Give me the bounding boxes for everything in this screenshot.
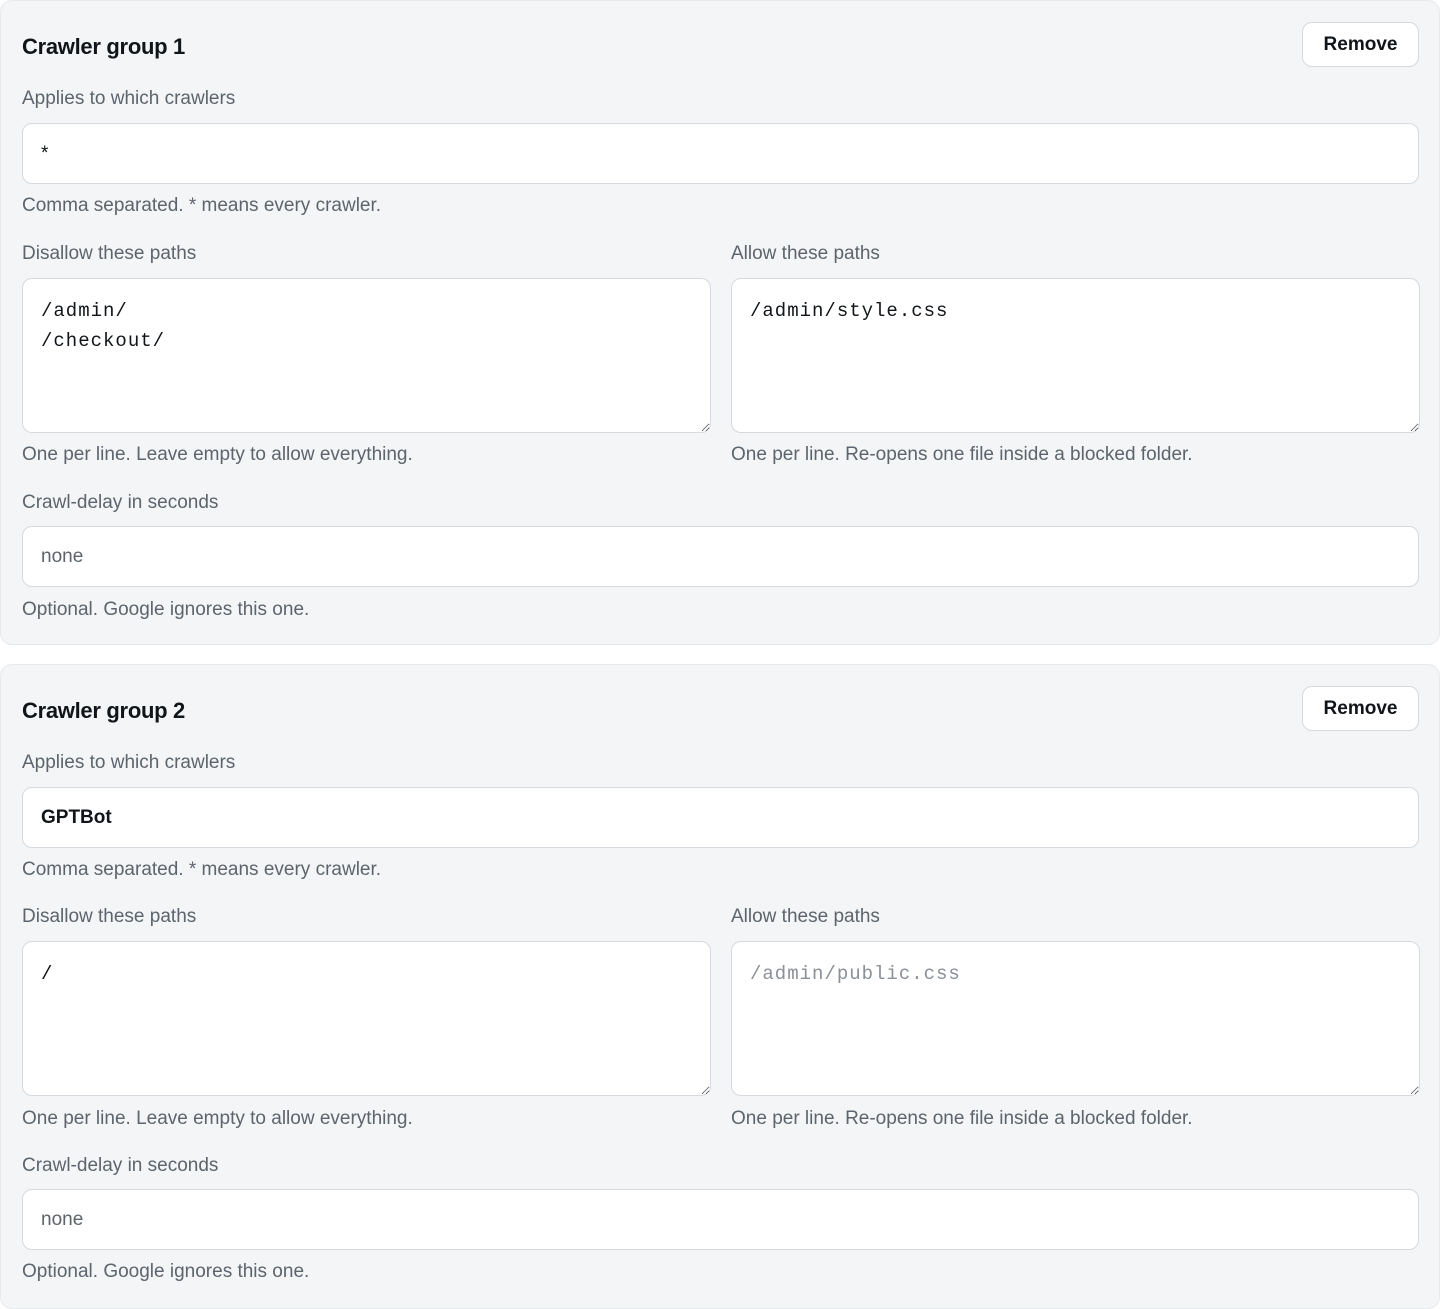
crawl-delay-hint: Optional. Google ignores this one. xyxy=(22,1261,310,1282)
disallow-paths-textarea[interactable]: /admin/ /checkout/ xyxy=(22,278,711,433)
disallow-label: Disallow these paths xyxy=(22,906,197,927)
allow-paths-textarea[interactable]: /admin/style.css xyxy=(731,278,1420,433)
crawler-group-card: Crawler group 1 Remove Applies to which … xyxy=(0,0,1440,645)
crawl-delay-hint: Optional. Google ignores this one. xyxy=(22,599,310,620)
crawlers-label: Applies to which crawlers xyxy=(22,88,236,109)
disallow-paths-textarea[interactable]: / xyxy=(22,941,711,1096)
crawl-delay-label: Crawl-delay in seconds xyxy=(22,492,219,513)
allow-paths-textarea[interactable] xyxy=(731,941,1420,1096)
crawlers-label: Applies to which crawlers xyxy=(22,752,236,773)
remove-group-button[interactable]: Remove xyxy=(1302,686,1419,731)
crawl-delay-label: Crawl-delay in seconds xyxy=(22,1155,219,1176)
crawlers-hint: Comma separated. * means every crawler. xyxy=(22,195,382,216)
crawl-delay-input[interactable] xyxy=(22,526,1419,587)
allow-label: Allow these paths xyxy=(731,243,880,264)
crawlers-input[interactable] xyxy=(22,123,1419,184)
disallow-hint: One per line. Leave empty to allow every… xyxy=(22,1108,413,1129)
disallow-hint: One per line. Leave empty to allow every… xyxy=(22,444,413,465)
allow-hint: One per line. Re-opens one file inside a… xyxy=(731,444,1193,465)
allow-hint: One per line. Re-opens one file inside a… xyxy=(731,1108,1193,1129)
crawl-delay-input[interactable] xyxy=(22,1189,1419,1250)
disallow-label: Disallow these paths xyxy=(22,243,197,264)
crawlers-hint: Comma separated. * means every crawler. xyxy=(22,859,382,880)
allow-label: Allow these paths xyxy=(731,906,880,927)
remove-group-button[interactable]: Remove xyxy=(1302,22,1419,67)
crawlers-input[interactable] xyxy=(22,787,1419,848)
crawler-groups: Crawler group 1 Remove Applies to which … xyxy=(0,0,1440,1309)
group-title: Crawler group 2 xyxy=(22,698,185,723)
group-title: Crawler group 1 xyxy=(22,34,185,59)
crawler-group-card: Crawler group 2 Remove Applies to which … xyxy=(0,664,1440,1309)
